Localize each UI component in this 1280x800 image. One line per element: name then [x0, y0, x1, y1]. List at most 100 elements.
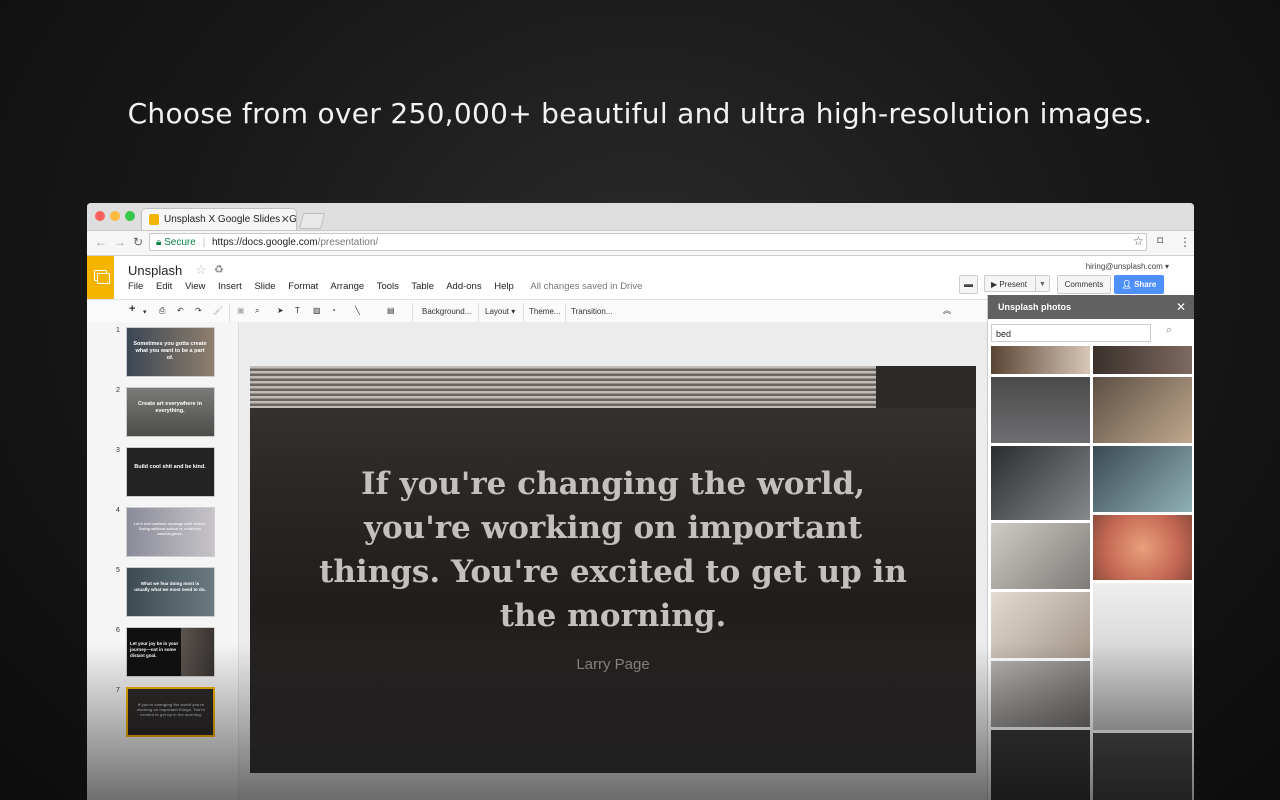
collapse-toolbar-icon[interactable]: ︽	[943, 305, 951, 316]
new-tab-button[interactable]	[298, 213, 326, 229]
photo-result[interactable]	[991, 592, 1090, 658]
photo-result[interactable]	[991, 346, 1090, 374]
new-slide-dropdown-icon[interactable]: ▾	[143, 308, 147, 316]
photo-result[interactable]	[991, 523, 1090, 589]
menu-file[interactable]: File	[128, 281, 143, 292]
photo-result[interactable]	[1093, 583, 1192, 730]
photo-result[interactable]	[1093, 733, 1192, 800]
chrome-menu-icon[interactable]: ⋮	[1179, 235, 1191, 249]
window-blinds-photo	[250, 366, 876, 408]
panel-title: Unsplash photos	[998, 302, 1072, 312]
menu-tools[interactable]: Tools	[377, 281, 399, 292]
toolbar-divider	[229, 303, 230, 322]
photo-result[interactable]	[1093, 515, 1192, 580]
url-host: https://docs.google.com	[211, 237, 318, 248]
back-icon[interactable]: ←	[95, 235, 107, 249]
toolbar-divider	[565, 303, 566, 322]
reload-icon[interactable]: ↻	[133, 235, 143, 249]
slide-thumbnail-selected[interactable]: If you're changing the world you're work…	[126, 687, 215, 737]
menu-table[interactable]: Table	[411, 281, 434, 292]
move-to-folder-icon[interactable]: ♻	[214, 263, 224, 276]
menu-format[interactable]: Format	[288, 281, 318, 292]
comment-icon[interactable]: ▤	[387, 306, 395, 315]
theme-button[interactable]: Theme...	[529, 307, 561, 316]
fit-icon[interactable]: ▣	[237, 306, 245, 315]
photo-result[interactable]	[991, 446, 1090, 520]
app-header: Unsplash ☆ ♻ File Edit View Insert Slide…	[87, 256, 1194, 299]
account-menu[interactable]: hiring@unsplash.com ▾	[1086, 262, 1169, 271]
minimize-window-button[interactable]	[110, 211, 120, 221]
close-window-button[interactable]	[95, 211, 105, 221]
background-button[interactable]: Background...	[422, 307, 471, 316]
line-icon[interactable]: ╲	[355, 306, 360, 315]
menu-help[interactable]: Help	[494, 281, 514, 292]
toolbar-divider	[523, 303, 524, 322]
slide-thumbnail[interactable]: Create art everywhere in everything.	[126, 387, 215, 437]
menu-slide[interactable]: Slide	[254, 281, 275, 292]
slide-background-photo	[876, 366, 976, 408]
slide-thumbnail[interactable]: Let your joy be in your journey—not in s…	[126, 627, 215, 677]
current-slide[interactable]: If you're changing the world, you're wor…	[250, 366, 976, 773]
layout-button[interactable]: Layout ▾	[485, 307, 515, 316]
photo-search-input[interactable]: bed	[991, 324, 1151, 342]
slide-author[interactable]: Larry Page	[250, 656, 976, 673]
camera-icon[interactable]: ◘	[1157, 235, 1163, 246]
text-box-icon[interactable]: T	[295, 306, 300, 315]
new-slide-icon[interactable]: +	[129, 303, 135, 315]
photo-result[interactable]	[1093, 446, 1192, 512]
menu-addons[interactable]: Add-ons	[446, 281, 481, 292]
menu-arrange[interactable]: Arrange	[330, 281, 364, 292]
browser-tab[interactable]: Unsplash X Google Slides - Go ✕	[141, 208, 297, 230]
play-icon: ▶	[991, 280, 998, 289]
slide-number: 5	[116, 567, 120, 574]
redo-icon[interactable]: ↷	[195, 306, 202, 315]
save-status[interactable]: All changes saved in Drive	[530, 281, 642, 292]
panel-header: Unsplash photos ✕	[988, 295, 1194, 319]
url-field[interactable]: 🔒︎ Secure | https://docs.google.com/pres…	[149, 233, 1147, 251]
slide-thumbnail[interactable]: Build cool shit and be kind.	[126, 447, 215, 497]
bookmark-star-icon[interactable]: ☆	[1133, 234, 1144, 248]
slide-thumbnail[interactable]: Let's not confuse courage with action. D…	[126, 507, 215, 557]
close-tab-icon[interactable]: ✕	[281, 213, 290, 226]
share-button[interactable]: 👤︎ Share	[1114, 275, 1164, 294]
slide-thumbnail[interactable]: What we fear doing most is usually what …	[126, 567, 215, 617]
slides-logo-icon[interactable]	[87, 256, 114, 299]
transition-button[interactable]: Transition...	[571, 307, 613, 316]
present-button[interactable]: ▶ Present ▼	[984, 275, 1050, 292]
slides-favicon-icon	[149, 214, 159, 225]
present-dropdown-icon[interactable]: ▼	[1035, 276, 1049, 291]
star-icon[interactable]: ☆	[195, 262, 207, 278]
slide-thumbnail-caption: Create art everywhere in everything.	[138, 401, 202, 414]
undo-icon[interactable]: ↶	[177, 306, 184, 315]
photo-result[interactable]	[991, 661, 1090, 727]
zoom-window-button[interactable]	[125, 211, 135, 221]
menu-edit[interactable]: Edit	[156, 281, 172, 292]
comment-history-button[interactable]: ▬	[959, 275, 978, 294]
person-icon: 👤︎	[1121, 280, 1132, 289]
select-icon[interactable]: ➤	[277, 306, 284, 315]
shape-icon[interactable]: ◔	[331, 306, 336, 315]
tab-title: Unsplash X Google Slides - Go	[164, 214, 297, 225]
slide-thumbnail[interactable]: Sometimes you gotta create what you want…	[126, 327, 215, 377]
close-panel-icon[interactable]: ✕	[1176, 295, 1186, 319]
paint-format-icon[interactable]: 🖌︎	[213, 306, 223, 315]
document-title[interactable]: Unsplash	[128, 263, 182, 278]
photo-result[interactable]	[1093, 377, 1192, 443]
menu-view[interactable]: View	[185, 281, 205, 292]
comments-button[interactable]: Comments	[1057, 275, 1111, 294]
photo-result[interactable]	[1093, 346, 1192, 374]
photo-result[interactable]	[991, 730, 1090, 800]
slide-thumbnail-caption: Build cool shit and be kind.	[134, 464, 206, 470]
menu-insert[interactable]: Insert	[218, 281, 242, 292]
print-icon[interactable]: ⎙	[159, 306, 165, 316]
zoom-icon[interactable]: ⌕	[255, 306, 259, 316]
slide-thumbnail-caption: If you're changing the world you're work…	[136, 702, 206, 717]
tab-bar: Unsplash X Google Slides - Go ✕	[87, 203, 1194, 231]
forward-icon[interactable]: →	[114, 235, 126, 249]
browser-window: Unsplash X Google Slides - Go ✕ ← → ↻ 🔒︎…	[87, 203, 1194, 800]
photo-result[interactable]	[991, 377, 1090, 443]
headline: Choose from over 250,000+ beautiful and …	[127, 97, 1153, 130]
slide-quote[interactable]: If you're changing the world, you're wor…	[310, 462, 916, 638]
image-icon[interactable]: ▨	[313, 306, 321, 315]
search-icon[interactable]: ⌕	[1166, 324, 1172, 337]
